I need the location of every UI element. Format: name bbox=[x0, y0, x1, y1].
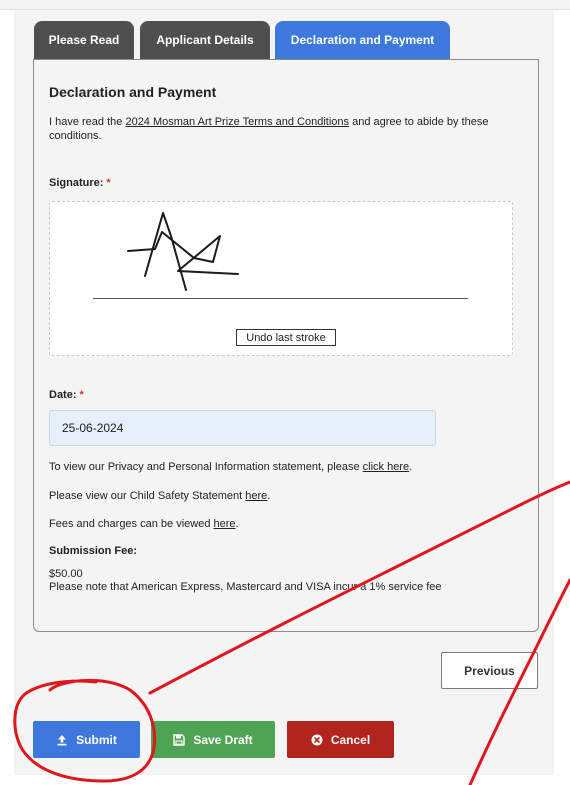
privacy-link[interactable]: click here bbox=[363, 461, 409, 473]
signature-line bbox=[93, 298, 468, 299]
close-circle-icon bbox=[311, 734, 323, 746]
section-heading: Declaration and Payment bbox=[49, 84, 217, 100]
tab-please-read[interactable]: Please Read bbox=[34, 21, 134, 59]
upload-icon bbox=[56, 734, 68, 746]
save-draft-button-label: Save Draft bbox=[193, 732, 253, 747]
required-mark: * bbox=[106, 177, 111, 189]
signature-label-text: Signature: bbox=[49, 177, 104, 189]
terms-link[interactable]: 2024 Mosman Art Prize Terms and Conditio… bbox=[125, 116, 349, 128]
submit-button[interactable]: Submit bbox=[33, 721, 140, 758]
privacy-text-end: . bbox=[409, 461, 413, 473]
undo-stroke-button[interactable]: Undo last stroke bbox=[236, 329, 336, 346]
submission-fee-label: Submission Fee: bbox=[49, 545, 138, 557]
submit-button-label: Submit bbox=[76, 732, 117, 747]
date-label: Date: * bbox=[49, 389, 84, 401]
fees-text: Fees and charges can be viewed here. bbox=[49, 517, 239, 531]
top-bar bbox=[0, 0, 570, 10]
fees-link[interactable]: here bbox=[214, 518, 236, 530]
tab-label: Applicant Details bbox=[156, 33, 254, 47]
cancel-button[interactable]: Cancel bbox=[287, 721, 394, 758]
previous-button[interactable]: Previous bbox=[441, 652, 538, 689]
child-safety-text: Please view our Child Safety Statement h… bbox=[49, 489, 270, 503]
privacy-text-start: To view our Privacy and Personal Informa… bbox=[49, 461, 363, 473]
child-safety-text-start: Please view our Child Safety Statement bbox=[49, 490, 246, 502]
tab-declaration-and-payment[interactable]: Declaration and Payment bbox=[275, 21, 450, 59]
child-safety-text-end: . bbox=[267, 490, 271, 502]
cancel-button-label: Cancel bbox=[330, 732, 371, 747]
declaration-text-start: I have read the bbox=[49, 116, 126, 128]
privacy-text: To view our Privacy and Personal Informa… bbox=[49, 460, 412, 474]
service-fee-note: Please note that American Express, Maste… bbox=[49, 581, 442, 593]
fees-text-start: Fees and charges can be viewed bbox=[49, 518, 214, 530]
floppy-disk-icon bbox=[173, 733, 186, 746]
submission-fee-amount: $50.00 bbox=[49, 568, 83, 580]
signature-label: Signature: * bbox=[49, 177, 111, 189]
tab-label: Declaration and Payment bbox=[290, 33, 435, 47]
date-label-text: Date: bbox=[49, 389, 77, 401]
save-draft-button[interactable]: Save Draft bbox=[151, 721, 275, 758]
child-safety-link[interactable]: here bbox=[245, 490, 267, 502]
previous-button-label: Previous bbox=[464, 663, 515, 678]
date-input[interactable] bbox=[49, 410, 436, 446]
tab-applicant-details[interactable]: Applicant Details bbox=[140, 21, 270, 59]
fees-text-end: . bbox=[235, 518, 239, 530]
declaration-text: I have read the 2024 Mosman Art Prize Te… bbox=[49, 115, 519, 143]
required-mark: * bbox=[79, 389, 84, 401]
tab-label: Please Read bbox=[48, 33, 120, 47]
